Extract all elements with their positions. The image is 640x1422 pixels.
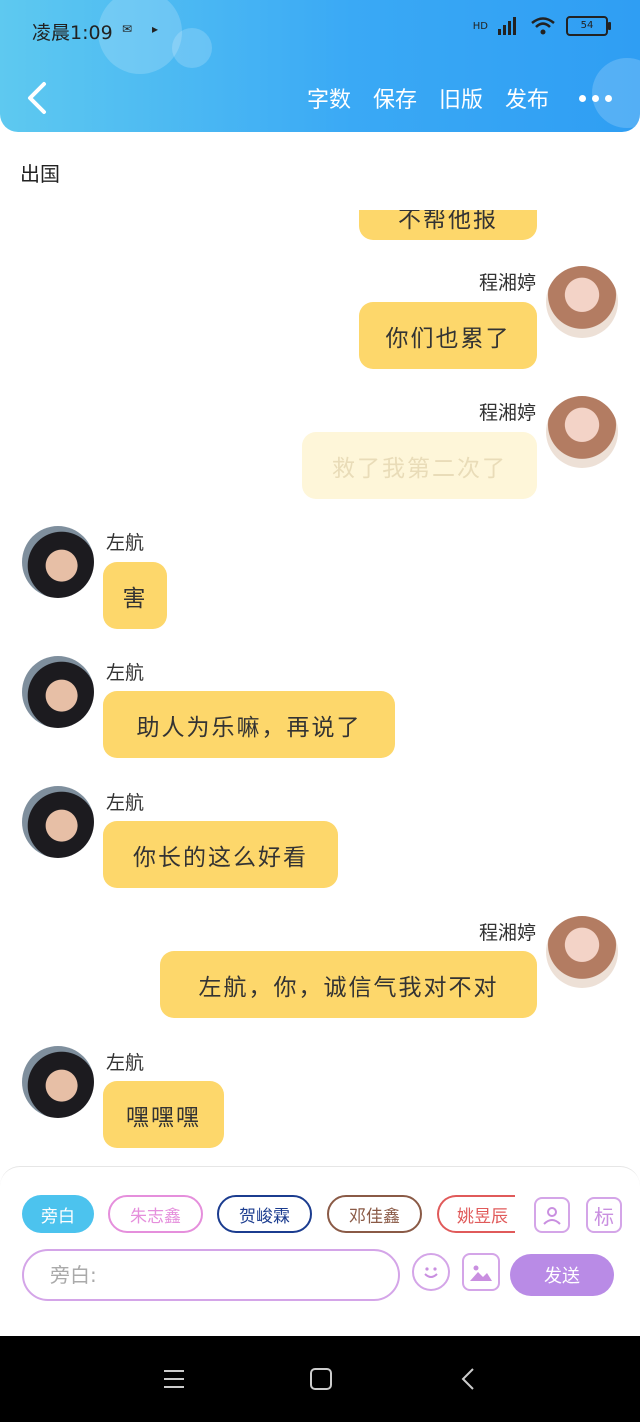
avatar[interactable] (546, 916, 618, 988)
message-bubble[interactable]: 你长的这么好看 (103, 821, 338, 888)
avatar[interactable] (546, 396, 618, 468)
top-bar: 凌晨1:09 ✉ ▸ HD 54 字数 保存 旧版 发布 (0, 0, 640, 132)
avatar[interactable] (546, 266, 618, 338)
tag-character[interactable]: 邓佳鑫 (327, 1195, 422, 1233)
tag-character[interactable]: 朱志鑫 (108, 1195, 203, 1233)
tag-character[interactable]: 姚昱辰 (437, 1195, 515, 1233)
avatar[interactable] (22, 1046, 94, 1118)
message-bubble[interactable]: 害 (103, 562, 167, 629)
emoji-icon[interactable] (412, 1253, 450, 1291)
hd-label: HD (472, 20, 488, 32)
tag-character[interactable]: 贺峻霖 (217, 1195, 312, 1233)
avatar[interactable] (22, 526, 94, 598)
sender-name: 左航 (106, 662, 145, 684)
back-icon[interactable] (456, 1366, 482, 1392)
word-count-button[interactable]: 字数 (307, 82, 351, 114)
status-bar: 凌晨1:09 ✉ ▸ HD 54 (0, 0, 640, 60)
send-button[interactable]: 发送 (510, 1254, 614, 1296)
more-options-icon[interactable] (579, 94, 612, 102)
image-icon[interactable] (462, 1253, 500, 1291)
old-version-button[interactable]: 旧版 (439, 82, 483, 114)
sender-name: 程湘婷 (478, 402, 536, 424)
sender-name: 左航 (106, 792, 145, 814)
header-menu: 字数 保存 旧版 发布 (307, 82, 612, 114)
menu-icon[interactable] (161, 1366, 187, 1392)
system-nav-bar (0, 1336, 640, 1422)
status-time: 凌晨1:09 (32, 22, 113, 44)
save-button[interactable]: 保存 (373, 82, 417, 114)
message-bubble[interactable]: 助人为乐嘛，再说了 (103, 691, 395, 758)
publish-button[interactable]: 发布 (505, 82, 549, 114)
sender-name: 左航 (106, 532, 145, 554)
message-bubble[interactable]: 你们也累了 (359, 302, 537, 369)
message-bubble[interactable]: 救了我第二次了 (302, 432, 537, 499)
tag-narration[interactable]: 旁白 (22, 1195, 94, 1233)
notification-icon: ▸ (152, 22, 159, 36)
message-bubble[interactable]: 嘿嘿嘿 (103, 1081, 224, 1148)
character-manage-icon[interactable] (534, 1197, 570, 1233)
sender-name: 程湘婷 (478, 272, 536, 294)
composer-panel: 旁白 朱志鑫 贺峻霖 邓佳鑫 姚昱辰 标 发送 (0, 1166, 640, 1337)
notification-icon: ✉ (122, 22, 133, 36)
home-icon[interactable] (308, 1366, 334, 1392)
sender-name: 程湘婷 (478, 922, 536, 944)
battery-icon: 54 (566, 16, 611, 36)
message-bubble[interactable]: 左航，你，诚信气我对不对 (160, 951, 537, 1018)
message-input[interactable] (22, 1249, 400, 1301)
status-icons: HD 54 (472, 16, 611, 36)
mark-button[interactable]: 标 (586, 1197, 622, 1233)
message-bubble[interactable]: 不帮他报 (359, 210, 537, 240)
avatar[interactable] (22, 786, 94, 858)
back-arrow-icon[interactable] (22, 80, 52, 116)
wifi-icon (531, 17, 555, 35)
avatar[interactable] (22, 656, 94, 728)
battery-level: 54 (580, 20, 594, 31)
chapter-title: 出国 (20, 162, 60, 186)
sender-name: 左航 (106, 1052, 145, 1074)
signal-icon (498, 17, 516, 35)
